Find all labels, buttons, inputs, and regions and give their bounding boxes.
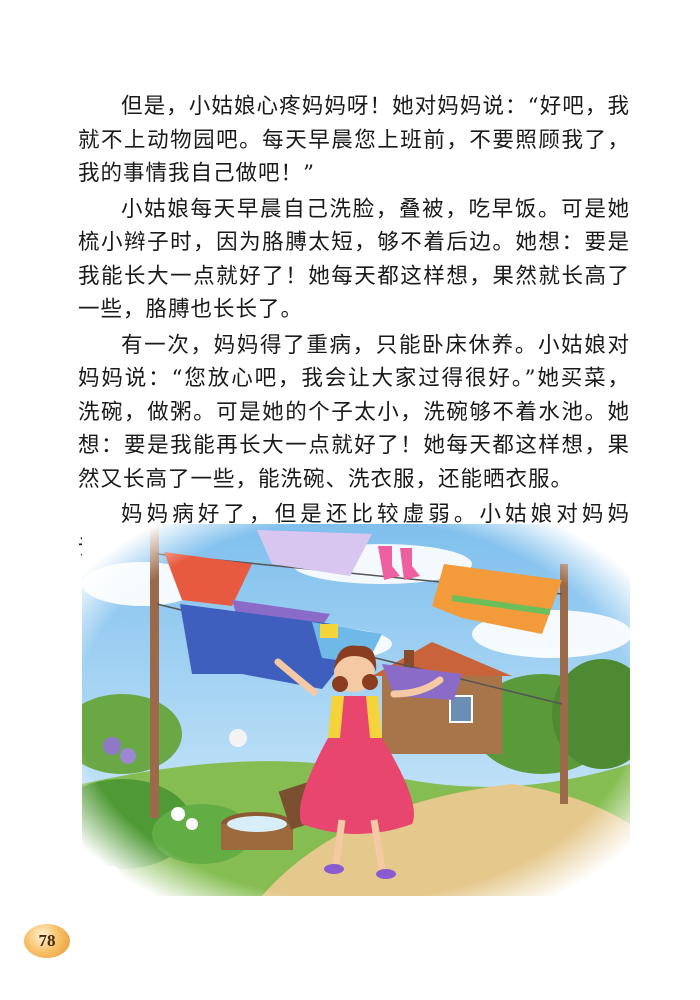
story-text: 但是，小姑娘心疼妈妈呀！她对妈妈说：“好吧，我就不上动物园吧。每天早晨您上班前，… (78, 90, 630, 567)
paragraph-2: 小姑娘每天早晨自己洗脸，叠被，吃早饭。可是她梳小辫子时，因为胳膊太短，够不着后边… (78, 196, 630, 323)
paragraph-1: 但是，小姑娘心疼妈妈呀！她对妈妈说：“好吧，我就不上动物园吧。每天早晨您上班前，… (78, 94, 630, 186)
story-illustration (82, 524, 630, 896)
paragraph-3: 有一次，妈妈得了重病，只能卧床休养。小姑娘对妈妈说：“您放心吧，我会让大家过得很… (78, 332, 630, 492)
page-number-badge: 78 (24, 924, 70, 958)
